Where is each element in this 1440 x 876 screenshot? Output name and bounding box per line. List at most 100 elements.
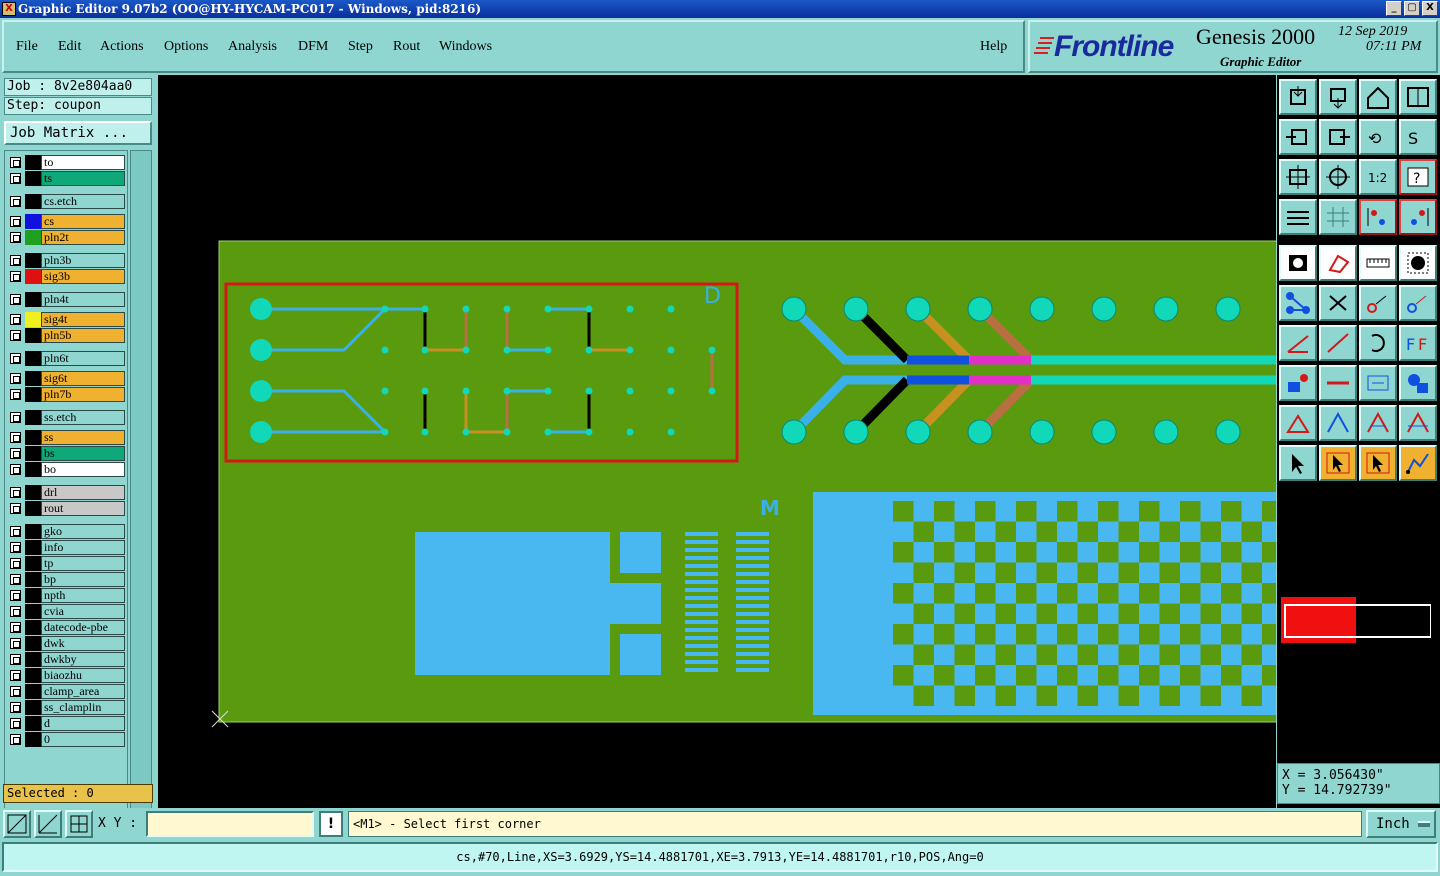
layer-name[interactable]: sig6t [41, 371, 125, 386]
layer-row[interactable]: dwkby [7, 652, 125, 667]
layer-color-swatch[interactable] [25, 387, 41, 402]
layer-name[interactable]: dwk [41, 636, 125, 651]
layer-checkbox[interactable] [10, 353, 21, 364]
layer-name[interactable]: 0 [41, 732, 125, 747]
toolbar-button-home[interactable] [1359, 79, 1397, 115]
layer-name[interactable]: ss [41, 430, 125, 445]
layer-checkbox[interactable] [10, 487, 21, 498]
layer-name[interactable]: dwkby [41, 652, 125, 667]
toolbar-button-select2[interactable] [1319, 445, 1357, 481]
layer-row[interactable]: npth [7, 588, 125, 603]
layer-row[interactable]: ts [7, 171, 125, 186]
maximize-button[interactable]: ▢ [1404, 1, 1420, 16]
layer-color-swatch[interactable] [25, 312, 41, 327]
layer-name[interactable]: bs [41, 446, 125, 461]
layer-color-swatch[interactable] [25, 636, 41, 651]
layer-checkbox[interactable] [10, 157, 21, 168]
close-button[interactable]: X [1422, 1, 1438, 16]
layer-row[interactable]: cs.etch [7, 194, 125, 209]
layer-row[interactable]: bo [7, 462, 125, 477]
exclaim-button[interactable]: ! [319, 811, 343, 837]
layer-name[interactable]: info [41, 540, 125, 555]
toolbar-button-query[interactable]: ? [1399, 159, 1437, 195]
layer-name[interactable]: pln3b [41, 253, 125, 268]
layer-name[interactable]: sig3b [41, 269, 125, 284]
layer-checkbox[interactable] [10, 196, 21, 207]
toolbar-button-measure[interactable] [1359, 245, 1397, 281]
toolbar-button-layer-attr-2[interactable] [1399, 199, 1437, 235]
menu-file[interactable]: File [16, 39, 38, 55]
xy-input[interactable] [146, 811, 314, 837]
layer-color-swatch[interactable] [25, 684, 41, 699]
layer-row[interactable]: ss [7, 430, 125, 445]
layer-color-swatch[interactable] [25, 540, 41, 555]
layer-color-swatch[interactable] [25, 524, 41, 539]
layer-checkbox[interactable] [10, 686, 21, 697]
toolbar-button-pan-left[interactable] [1279, 119, 1317, 155]
toolbar-button-arc[interactable] [1359, 325, 1397, 361]
layer-color-swatch[interactable] [25, 620, 41, 635]
layer-row[interactable]: pln3b [7, 253, 125, 268]
toolbar-button-grid[interactable] [1319, 199, 1357, 235]
layer-color-swatch[interactable] [25, 652, 41, 667]
layer-color-swatch[interactable] [25, 556, 41, 571]
layer-color-swatch[interactable] [25, 446, 41, 461]
layer-name[interactable]: d [41, 716, 125, 731]
toolbar-button-snap[interactable] [1279, 199, 1317, 235]
layer-checkbox[interactable] [10, 232, 21, 243]
layer-checkbox[interactable] [10, 606, 21, 617]
toolbar-button-window[interactable] [1399, 79, 1437, 115]
layer-name[interactable]: sig4t [41, 312, 125, 327]
menu-rout[interactable]: Rout [393, 39, 420, 55]
layer-list-scrollbar[interactable] [130, 150, 152, 828]
layer-row[interactable]: cvia [7, 604, 125, 619]
toolbar-button-triangle2[interactable] [1319, 405, 1357, 441]
layer-checkbox[interactable] [10, 622, 21, 633]
toolbar-button-line2[interactable] [1319, 325, 1357, 361]
layer-color-swatch[interactable] [25, 194, 41, 209]
toolbar-button-route[interactable] [1399, 445, 1437, 481]
toolbar-button-fit[interactable] [1279, 159, 1317, 195]
layer-checkbox[interactable] [10, 373, 21, 384]
layer-checkbox[interactable] [10, 271, 21, 282]
grid-mode-button[interactable] [65, 810, 93, 838]
layer-color-swatch[interactable] [25, 253, 41, 268]
layer-row[interactable]: biaozhu [7, 668, 125, 683]
layer-name[interactable]: pln5b [41, 328, 125, 343]
layer-row[interactable]: drl [7, 485, 125, 500]
toolbar-button-copy[interactable] [1399, 285, 1437, 321]
layer-name[interactable]: pln7b [41, 387, 125, 402]
layer-name[interactable]: to [41, 155, 125, 170]
toolbar-button-center[interactable] [1319, 159, 1357, 195]
toolbar-button-text[interactable]: FF [1399, 325, 1437, 361]
layer-row[interactable]: sig4t [7, 312, 125, 327]
layer-name[interactable]: ss_clamplin [41, 700, 125, 715]
toolbar-button-zoom-out[interactable] [1319, 79, 1357, 115]
layer-checkbox[interactable] [10, 590, 21, 601]
layer-row[interactable]: gko [7, 524, 125, 539]
layer-checkbox[interactable] [10, 314, 21, 325]
toolbar-button-triangle[interactable] [1279, 405, 1317, 441]
layer-color-swatch[interactable] [25, 371, 41, 386]
toolbar-button-connect[interactable] [1279, 285, 1317, 321]
toolbar-button-zoom-home[interactable] [1279, 79, 1317, 115]
layer-checkbox[interactable] [10, 654, 21, 665]
toolbar-button-triangle4[interactable] [1399, 405, 1437, 441]
layer-checkbox[interactable] [10, 558, 21, 569]
layer-row[interactable]: to [7, 155, 125, 170]
toolbar-button-delete[interactable] [1319, 285, 1357, 321]
layer-checkbox[interactable] [10, 389, 21, 400]
snap-mode-button[interactable] [3, 810, 31, 838]
layer-row[interactable]: pln4t [7, 292, 125, 307]
graphic-canvas[interactable]: D M [158, 75, 1276, 808]
toolbar-button-pan-center[interactable]: ⟲ [1359, 119, 1397, 155]
job-matrix-button[interactable]: Job Matrix ... [4, 121, 152, 145]
menu-analysis[interactable]: Analysis [228, 39, 277, 55]
layer-color-swatch[interactable] [25, 430, 41, 445]
layer-color-swatch[interactable] [25, 668, 41, 683]
layer-name[interactable]: clamp_area [41, 684, 125, 699]
toolbar-button-layer-attr[interactable] [1359, 199, 1397, 235]
layer-checkbox[interactable] [10, 173, 21, 184]
layer-color-swatch[interactable] [25, 230, 41, 245]
layer-checkbox[interactable] [10, 638, 21, 649]
